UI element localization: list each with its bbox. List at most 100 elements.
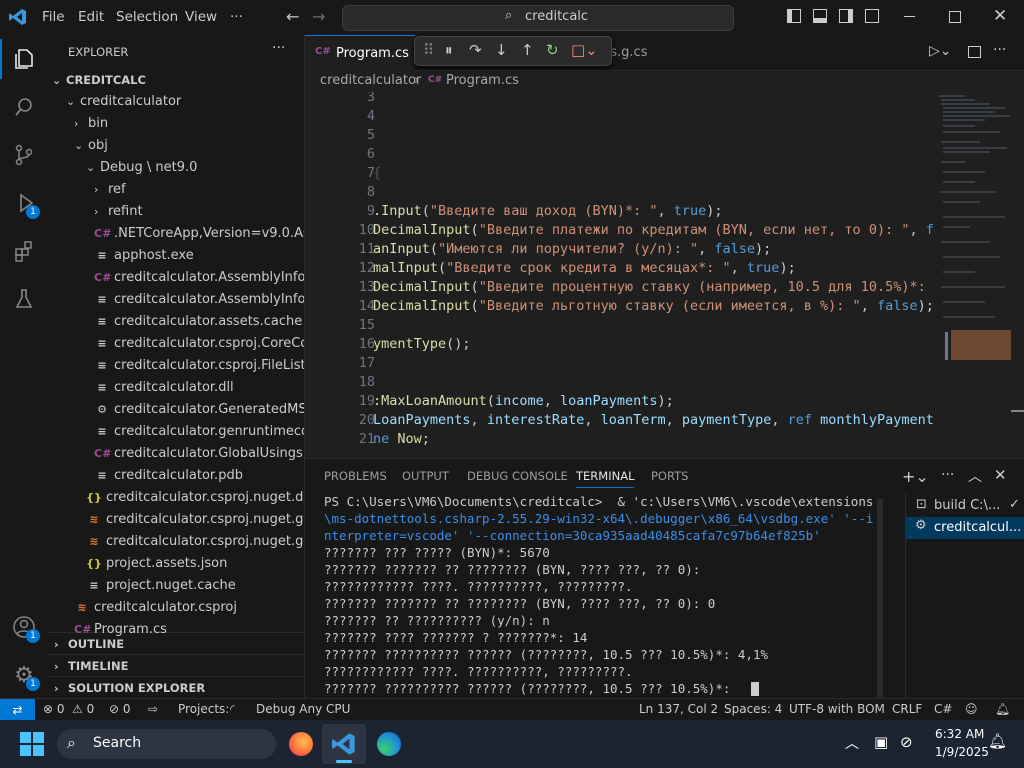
- tab-output[interactable]: OUTPUT: [402, 469, 449, 483]
- errors-status[interactable]: ⊗ 0: [43, 702, 65, 716]
- breadcrumb-folder[interactable]: creditcalculator: [320, 73, 421, 88]
- tree-item[interactable]: ⌄ obj: [74, 135, 304, 157]
- tree-item[interactable]: C# creditcalculator.AssemblyInfo.cs: [94, 267, 304, 289]
- tab-program-cs[interactable]: C# Program.cs: [305, 35, 415, 71]
- toggle-panel-icon[interactable]: [813, 9, 827, 23]
- tab-debug-console[interactable]: DEBUG CONSOLE: [467, 469, 568, 483]
- tree-item[interactable]: ≡ apphost.exe: [94, 245, 304, 267]
- tree-item[interactable]: ⌄ Debug \ net9.0: [86, 157, 304, 179]
- warnings-status[interactable]: ⚠ 0: [72, 702, 94, 716]
- panel-scrollbar[interactable]: [877, 499, 883, 699]
- menu-selection[interactable]: Selection: [116, 0, 178, 35]
- notification-center-icon[interactable]: 🔔︎: [988, 732, 1007, 750]
- minimap[interactable]: [935, 92, 1024, 457]
- firefox-icon[interactable]: [289, 732, 313, 756]
- tree-item[interactable]: ≡ creditcalculator.genruntimeconfi...: [94, 421, 304, 443]
- tree-item[interactable]: ≡ creditcalculator.assets.cache: [94, 311, 304, 333]
- step-into-icon[interactable]: ↓: [495, 41, 508, 59]
- terminal-item-build[interactable]: ⊡ build C:\... ✓: [906, 495, 1024, 517]
- step-out-icon[interactable]: ↑: [521, 41, 534, 59]
- tree-item[interactable]: {} project.assets.json: [86, 553, 304, 575]
- clock-date[interactable]: 1/9/2025: [935, 745, 989, 759]
- clock-time[interactable]: 6:32 AM: [935, 727, 984, 741]
- remote-indicator-icon[interactable]: ⇄: [0, 699, 35, 721]
- menu-file[interactable]: File: [42, 0, 65, 35]
- back-arrow-icon[interactable]: ←: [286, 7, 299, 26]
- ports-status[interactable]: ⊘ 0: [109, 702, 131, 716]
- search-view-icon[interactable]: [0, 87, 48, 127]
- minimize-icon[interactable]: [904, 16, 915, 17]
- maximize-panel-icon[interactable]: ︿: [968, 466, 982, 486]
- notifications-bell-icon[interactable]: 🔔︎: [995, 702, 1010, 716]
- terminal-output[interactable]: PS C:\Users\VM6\Documents\creditcalc> & …: [324, 493, 889, 699]
- line-ending[interactable]: CRLF: [892, 702, 922, 716]
- tree-item[interactable]: C#creditcalculator.GlobalUsings.g.cs: [94, 443, 304, 465]
- extensions-icon[interactable]: [0, 231, 48, 271]
- toggle-sidebar-icon[interactable]: [787, 9, 801, 23]
- close-panel-icon[interactable]: ✕: [994, 466, 1007, 484]
- breadcrumb-file[interactable]: Program.cs: [446, 73, 519, 88]
- display-icon[interactable]: ▣: [874, 733, 888, 751]
- testing-icon[interactable]: [0, 279, 48, 319]
- tree-item[interactable]: ≡ creditcalculator.dll: [94, 377, 304, 399]
- restart-icon[interactable]: ↻: [546, 41, 559, 59]
- explorer-more-icon[interactable]: ···: [272, 40, 285, 56]
- command-center-search[interactable]: ⌕ creditcalc: [342, 5, 734, 31]
- toggle-secondary-sidebar-icon[interactable]: [839, 9, 853, 23]
- maximize-icon[interactable]: [949, 11, 961, 23]
- tree-item[interactable]: {} creditcalculator.csproj.nuget.dgsp...: [86, 487, 304, 509]
- show-hidden-icons-icon[interactable]: ︿: [845, 733, 859, 753]
- tree-item[interactable]: ≋ creditcalculator.csproj: [74, 597, 304, 619]
- tree-item[interactable]: › bin: [74, 113, 304, 135]
- indentation[interactable]: Spaces: 4: [724, 702, 782, 716]
- tree-item[interactable]: ≡ creditcalculator.AssemblyInfoInp...: [94, 289, 304, 311]
- terminal-item-debug[interactable]: ⚙ creditcalcul...: [906, 517, 1024, 539]
- manage-gear-icon[interactable]: ⚙ 1: [0, 655, 48, 695]
- menu-edit[interactable]: Edit: [78, 0, 104, 35]
- pause-icon[interactable]: ⏸: [445, 41, 453, 59]
- source-control-icon[interactable]: [0, 135, 48, 175]
- workspace-root[interactable]: ⌄ CREDITCALC: [52, 69, 146, 91]
- new-terminal-icon[interactable]: +⌄: [902, 467, 929, 486]
- stop-icon[interactable]: □⌄: [571, 41, 598, 59]
- language-mode[interactable]: C#: [934, 702, 952, 716]
- run-debug-icon[interactable]: 1: [0, 183, 48, 223]
- tree-item[interactable]: › ref: [94, 179, 304, 201]
- editor-more-icon[interactable]: ···: [993, 42, 1006, 58]
- projects-status[interactable]: Projects:: [178, 702, 229, 716]
- step-over-icon[interactable]: ↷: [469, 41, 482, 59]
- windows-start-icon[interactable]: [20, 732, 44, 756]
- drag-handle-icon[interactable]: ⠿: [423, 41, 434, 59]
- taskbar-search[interactable]: ⌕ Search: [57, 729, 276, 759]
- panel-more-icon[interactable]: ···: [941, 467, 954, 483]
- code-editor[interactable]: 3 4 5 6 7{8 9 .Input("Введите ваш доход (BYN)*…: [305, 92, 935, 457]
- cursor-position[interactable]: Ln 137, Col 2: [639, 702, 718, 716]
- tree-item[interactable]: ≋ creditcalculator.csproj.nuget.g.pro...: [86, 509, 304, 531]
- tree-item[interactable]: ≡ creditcalculator.csproj.FileListAb...: [94, 355, 304, 377]
- debug-launch-icon[interactable]: ⇨: [148, 702, 158, 716]
- tree-item[interactable]: ≋ creditcalculator.csproj.nuget.g.tar...: [86, 531, 304, 553]
- tree-item[interactable]: C#.NETCoreApp,Version=v9.0.Asse...: [94, 223, 304, 245]
- tree-item[interactable]: › refint: [94, 201, 304, 223]
- tab-ports[interactable]: PORTS: [651, 469, 688, 483]
- tree-item[interactable]: ≡ project.nuget.cache: [86, 575, 304, 597]
- tree-item[interactable]: ⚙ creditcalculator.GeneratedMSBui...: [94, 399, 304, 421]
- edge-icon[interactable]: [377, 732, 401, 756]
- accounts-icon[interactable]: 1: [0, 607, 48, 647]
- explorer-icon[interactable]: [0, 39, 48, 79]
- split-editor-icon[interactable]: [968, 46, 981, 58]
- tree-item[interactable]: ≡ creditcalculator.pdb: [94, 465, 304, 487]
- network-icon[interactable]: ⊘: [900, 733, 913, 751]
- menu-view[interactable]: View: [185, 0, 217, 35]
- vscode-taskbar-icon[interactable]: [322, 724, 366, 764]
- encoding[interactable]: UTF-8 with BOM: [789, 702, 885, 716]
- forward-arrow-icon[interactable]: →: [312, 7, 325, 26]
- section-timeline[interactable]: › TIMELINE: [48, 654, 304, 677]
- run-icon[interactable]: ▷⌄: [929, 43, 952, 59]
- tree-item[interactable]: ≡ creditcalculator.csproj.CoreCom...: [94, 333, 304, 355]
- copilot-icon[interactable]: ☺: [965, 702, 978, 716]
- section-solution-explorer[interactable]: › SOLUTION EXPLORER: [48, 676, 304, 698]
- tab-problems[interactable]: PROBLEMS: [324, 469, 387, 483]
- close-window-icon[interactable]: ✕: [993, 6, 1007, 26]
- tab-terminal[interactable]: TERMINAL: [576, 469, 635, 488]
